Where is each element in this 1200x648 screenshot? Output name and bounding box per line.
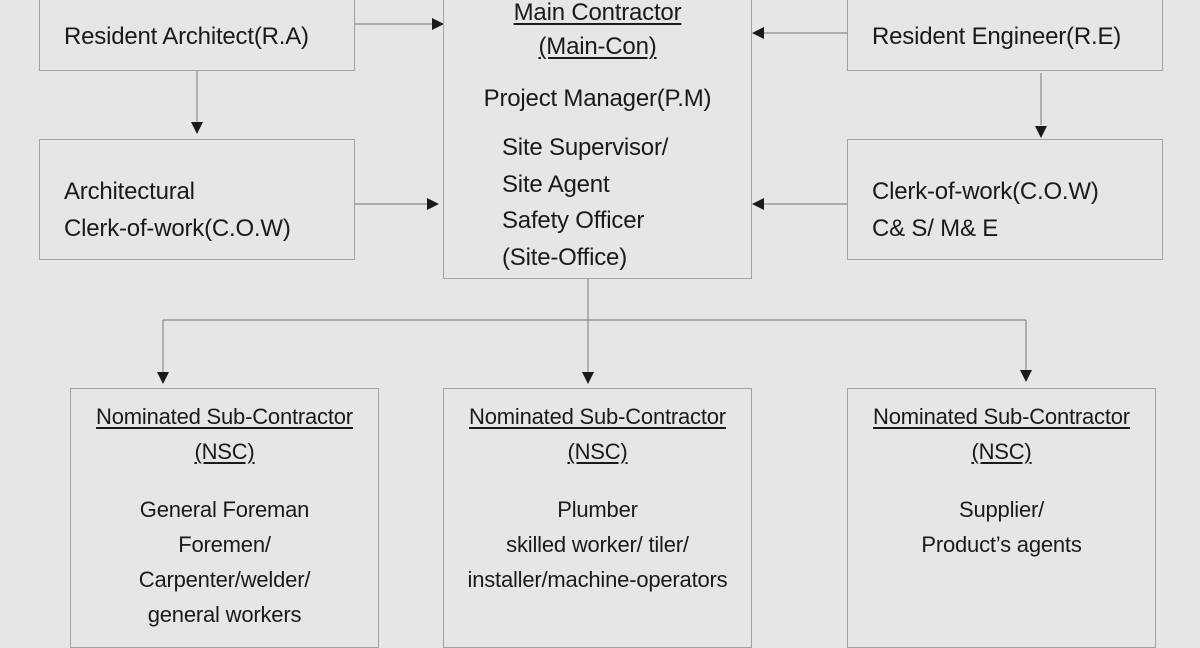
arrowhead-down-icon [582, 372, 594, 384]
nsc-1-abbrev: (NSC) [194, 439, 255, 464]
nsc-2-title-row: Nominated Sub-Contractor [444, 399, 751, 434]
nsc-1-body-line-1: General Foreman [139, 497, 310, 522]
nsc-3-body-line-1: Supplier/ [958, 497, 1045, 522]
engineering-cow-line-1: Clerk-of-work(C.O.W) [872, 178, 1099, 205]
staff-line-3: Safety Officer [502, 207, 645, 234]
nsc-1-subtitle-row: (NSC) [71, 434, 378, 469]
resident-architect-label: Resident Architect(R.A) [64, 23, 309, 50]
main-contractor-subtitle: (Main-Con) [444, 28, 751, 65]
arrowhead-down-icon [1020, 370, 1032, 382]
arrowhead-left-icon [752, 198, 764, 210]
nsc-2-body-line-3: installer/machine-operators [467, 567, 728, 592]
resident-engineer-label: Resident Engineer(R.E) [872, 23, 1122, 50]
nsc-3-subtitle-row: (NSC) [848, 434, 1155, 469]
nsc-3-title: Nominated Sub-Contractor [873, 404, 1130, 429]
arrowhead-down-icon [1035, 126, 1047, 138]
nsc-1-body-line-4: general workers [147, 602, 302, 627]
nsc-2-abbrev: (NSC) [567, 439, 628, 464]
nsc-1-title-row: Nominated Sub-Contractor [71, 399, 378, 434]
nsc-2-body-line-1: Plumber [557, 497, 638, 522]
engineering-cow-box: Clerk-of-work(C.O.W) C& S/ M& E [847, 139, 1163, 260]
main-contractor-title-line-2: (Main-Con) [538, 33, 657, 60]
arrowhead-down-icon [157, 372, 169, 384]
nsc-1-body-line-2: Foremen/ [178, 532, 271, 557]
nsc-box-3: Nominated Sub-Contractor (NSC) Supplier/… [847, 388, 1156, 648]
main-contractor-title: Main Contractor [444, 0, 751, 31]
nsc-1-title: Nominated Sub-Contractor [96, 404, 353, 429]
project-manager-label: Project Manager(P.M) [483, 85, 712, 112]
resident-architect-box: Resident Architect(R.A) [39, 0, 355, 71]
nsc-3-abbrev: (NSC) [971, 439, 1032, 464]
staff-line-1: Site Supervisor/ [502, 134, 669, 161]
resident-engineer-box: Resident Engineer(R.E) [847, 0, 1163, 71]
architectural-cow-line-1: Architectural [64, 178, 195, 205]
arrowhead-left-icon [752, 27, 764, 39]
nsc-3-body-line-2: Product’s agents [921, 532, 1082, 557]
nsc-box-1: Nominated Sub-Contractor (NSC) General F… [70, 388, 379, 648]
nsc-2-body-line-2: skilled worker/ tiler/ [506, 532, 689, 557]
staff-line-2: Site Agent [502, 171, 610, 198]
architectural-cow-box: Architectural Clerk-of-work(C.O.W) [39, 139, 355, 260]
nsc-box-2: Nominated Sub-Contractor (NSC) Plumber s… [443, 388, 752, 648]
arrowhead-right-icon [427, 198, 439, 210]
architectural-cow-line-2: Clerk-of-work(C.O.W) [64, 215, 291, 242]
nsc-2-subtitle-row: (NSC) [444, 434, 751, 469]
nsc-1-body-line-3: Carpenter/welder/ [138, 567, 311, 592]
nsc-2-title: Nominated Sub-Contractor [469, 404, 726, 429]
arrowhead-down-icon [191, 122, 203, 134]
staff-line-4: (Site-Office) [502, 244, 627, 271]
nsc-3-title-row: Nominated Sub-Contractor [848, 399, 1155, 434]
engineering-cow-line-2: C& S/ M& E [872, 215, 999, 242]
main-contractor-title-line-1: Main Contractor [513, 0, 682, 26]
main-contractor-box: Main Contractor (Main-Con) Project Manag… [443, 0, 752, 279]
